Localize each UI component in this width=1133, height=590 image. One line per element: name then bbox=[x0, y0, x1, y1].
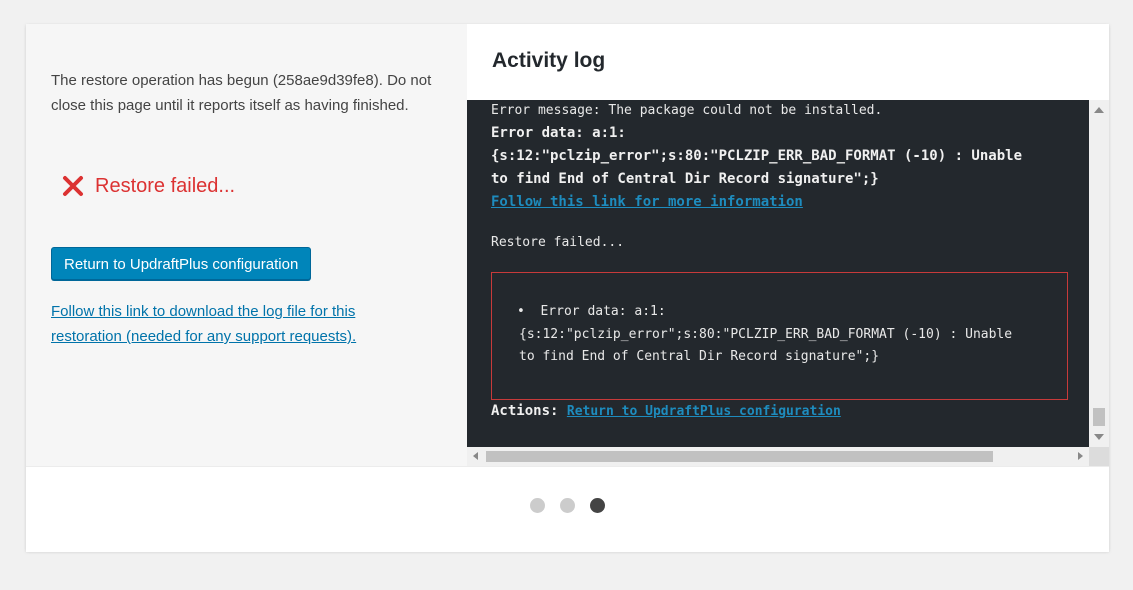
console-error-data-line: to find End of Central Dir Record signat… bbox=[491, 171, 879, 187]
bullet-icon: • bbox=[517, 304, 541, 319]
error-box-line: to find End of Central Dir Record signat… bbox=[519, 349, 880, 364]
console-actions: Actions: Return to UpdraftPlus configura… bbox=[491, 403, 841, 419]
restore-failed-status: Restore failed... bbox=[61, 174, 235, 198]
console-error-data-line: {s:12:"pclzip_error";s:80:"PCLZIP_ERR_BA… bbox=[491, 148, 1023, 164]
actions-label: Actions: bbox=[491, 403, 559, 419]
error-box: • Error data: a:1: {s:12:"pclzip_error";… bbox=[491, 272, 1068, 400]
actions-return-link[interactable]: Return to UpdraftPlus configuration bbox=[567, 404, 841, 419]
console-error-message: Error message: The package could not be … bbox=[491, 103, 883, 118]
step-dot-active[interactable] bbox=[590, 498, 605, 513]
step-dot[interactable] bbox=[560, 498, 575, 513]
horizontal-scroll-thumb[interactable] bbox=[486, 451, 993, 462]
console-restore-failed: Restore failed... bbox=[491, 235, 625, 250]
restore-status-panel: The restore operation has begun (258ae9d… bbox=[26, 24, 468, 466]
return-to-config-button[interactable]: Return to UpdraftPlus configuration bbox=[51, 247, 312, 280]
console-error-data: Error data: a:1: bbox=[491, 125, 626, 141]
restore-message: The restore operation has begun (258ae9d… bbox=[51, 72, 432, 114]
scroll-up-arrow-icon[interactable] bbox=[1094, 107, 1104, 113]
error-box-line: {s:12:"pclzip_error";s:80:"PCLZIP_ERR_BA… bbox=[519, 327, 1013, 342]
step-indicator bbox=[530, 498, 605, 513]
error-x-icon bbox=[61, 174, 85, 198]
restore-failed-text: Restore failed... bbox=[95, 174, 236, 197]
activity-log-console[interactable]: Error message: The package could not be … bbox=[467, 100, 1089, 447]
pager-footer bbox=[26, 466, 1109, 552]
activity-log-title: Activity log bbox=[492, 49, 606, 72]
error-bullet: • Error data: a:1: bbox=[517, 304, 666, 319]
scrollbar-corner bbox=[1089, 447, 1109, 466]
step-dot[interactable] bbox=[530, 498, 545, 513]
restore-card: The restore operation has begun (258ae9d… bbox=[26, 24, 1109, 552]
vertical-scrollbar[interactable] bbox=[1089, 100, 1109, 447]
error-box-line: Error data: a:1: bbox=[540, 304, 666, 319]
scroll-right-arrow-icon[interactable] bbox=[1078, 452, 1083, 460]
horizontal-scrollbar[interactable] bbox=[467, 447, 1089, 466]
activity-log-panel: Activity log Error message: The package … bbox=[467, 24, 1109, 466]
scroll-left-arrow-icon[interactable] bbox=[473, 452, 478, 460]
download-log-link[interactable]: Follow this link to download the log fil… bbox=[51, 299, 421, 349]
more-info-link[interactable]: Follow this link for more information bbox=[491, 194, 803, 210]
scroll-down-arrow-icon[interactable] bbox=[1094, 434, 1104, 440]
vertical-scroll-thumb[interactable] bbox=[1093, 408, 1105, 426]
